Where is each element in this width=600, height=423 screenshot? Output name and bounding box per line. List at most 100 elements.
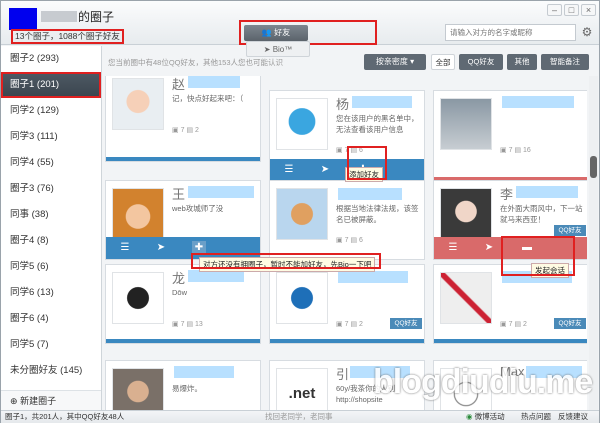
like-icon: ▣ <box>336 321 343 328</box>
weibo-icon: ◉ <box>466 412 473 421</box>
friend-card[interactable]: 根据当地法律法规，该签名已被屏蔽。 ▣ 7 ▤ 6 <box>269 180 425 260</box>
like-icon: ▣ <box>172 127 179 134</box>
friend-card[interactable]: 赵 记，快点好起来吧：（ ▣ 7 ▤ 2 <box>105 76 261 162</box>
watermark: blogdiudiu.me <box>373 363 593 401</box>
sidebar-item-circle6[interactable]: 圈子6 (4) <box>1 306 101 332</box>
qq-penguin-avatar <box>112 272 164 324</box>
filter-all[interactable]: 全部 <box>431 54 455 70</box>
card-stripe <box>106 339 260 343</box>
user-avatar[interactable] <box>9 8 37 30</box>
card-stripe <box>434 339 587 343</box>
filter-other[interactable]: 其他 <box>507 54 537 70</box>
list-icon[interactable]: ☰ <box>282 163 296 177</box>
comment-icon: ▤ <box>350 321 358 328</box>
pixar-avatar <box>276 188 328 240</box>
card-stats: ▣ 7 ▤ 16 <box>500 147 531 154</box>
like-icon: ▣ <box>172 321 179 328</box>
comment-icon: ▤ <box>514 321 522 328</box>
portrait-photo <box>112 368 164 410</box>
like-icon: ▣ <box>500 321 507 328</box>
list-icon[interactable]: ☰ <box>446 241 460 255</box>
blurred-name <box>338 271 408 283</box>
image-avatar <box>440 272 492 324</box>
tab-friends[interactable]: 👥 好友 <box>244 25 308 41</box>
sidebar-item-circle1[interactable]: 圈子1 (201) <box>1 72 101 98</box>
hot-topics-link[interactable]: 热点问题 <box>521 411 551 423</box>
send-icon[interactable]: ➤ <box>154 241 168 255</box>
send-icon[interactable]: ➤ <box>482 241 496 255</box>
scrollbar-thumb[interactable] <box>590 156 597 178</box>
grid-scrollbar[interactable] <box>589 76 598 410</box>
minimize-icon[interactable]: – <box>547 4 562 16</box>
illustrated-avatar <box>440 188 492 240</box>
search-input[interactable] <box>445 24 576 41</box>
close-icon[interactable]: × <box>581 4 596 16</box>
status-summary: 圈子1，共201人，其中QQ好友48人 <box>5 412 125 421</box>
friend-card[interactable]: ▣ 7 ▤ 16 <box>433 90 587 182</box>
sidebar-item-circle3[interactable]: 圈子3 (76) <box>1 176 101 202</box>
maximize-icon[interactable]: □ <box>564 4 579 16</box>
highlight-box <box>191 253 381 269</box>
sidebar-item-classmates5b[interactable]: 同学5 (7) <box>1 332 101 358</box>
blurred-name <box>174 366 234 378</box>
friend-card[interactable]: 王 web攻城师了没 ☰ ➤ ✚ <box>105 180 261 260</box>
qq-circle-window: 的圈子 13个圈子，1088个圈子好友 – □ × 👥 好友 ➤ Bio™ ⚙ … <box>0 0 600 423</box>
find-classmates-link[interactable]: 找回老同学，老同事 <box>265 411 333 423</box>
circle-summary: 13个圈子，1088个圈子好友 <box>11 29 124 44</box>
content-toolbar: 您当前圈中有48位QQ好友，其他153人您也可能认识 按亲密度 ▾ 全部 QQ好… <box>103 52 599 74</box>
window-title: 的圈子 <box>41 8 114 25</box>
sidebar-item-classmates4[interactable]: 同学4 (55) <box>1 150 101 176</box>
like-icon: ▣ <box>500 147 507 154</box>
card-stats: ▣ 7 ▤ 13 <box>172 321 203 328</box>
qq-friend-badge: QQ好友 <box>554 318 586 329</box>
friend-card[interactable]: 龙 Dōw ▣ 7 ▤ 13 <box>105 264 261 344</box>
filter-qq-friends[interactable]: QQ好友 <box>459 54 503 70</box>
card-stats: ▣ 7 ▤ 2 <box>500 321 527 328</box>
plus-circle-icon: ⊕ <box>10 396 18 406</box>
friend-card[interactable]: ▣ 7 ▤ 2 QQ好友 <box>269 264 425 344</box>
blurred-name <box>516 186 578 198</box>
qq-friend-badge: QQ好友 <box>390 318 422 329</box>
blurred-name <box>41 11 77 22</box>
card-stats: ▣ 7 ▤ 2 <box>336 321 363 328</box>
weibo-activity-link[interactable]: ◉ 微博活动 <box>466 411 505 423</box>
blurred-name <box>338 188 402 200</box>
sidebar-item-colleagues[interactable]: 同事 (38) <box>1 202 101 228</box>
sort-dropdown[interactable]: 按亲密度 ▾ <box>364 54 426 70</box>
photo <box>440 98 492 150</box>
circle-info-text: 您当前圈中有48位QQ好友，其他153人您也可能认识 <box>108 58 284 67</box>
comment-icon: ▤ <box>186 321 194 328</box>
new-circle-button[interactable]: ⊕ 新建圈子 <box>1 390 101 410</box>
linux-penguin-avatar <box>276 272 328 324</box>
sidebar-item-circle2[interactable]: 圈子2 (293) <box>1 46 101 72</box>
feedback-link[interactable]: 反馈建议 <box>558 411 588 423</box>
highlight-box <box>347 146 387 180</box>
list-icon[interactable]: ☰ <box>118 241 132 255</box>
card-stripe <box>106 157 260 161</box>
gear-icon[interactable]: ⚙ <box>579 23 595 41</box>
blurred-name <box>188 186 254 198</box>
dotnet-logo: .net <box>276 368 328 410</box>
sidebar-item-classmates6[interactable]: 同学6 (13) <box>1 280 101 306</box>
send-icon[interactable]: ➤ <box>318 163 332 177</box>
filter-smart-remark[interactable]: 智能备注 <box>541 54 589 70</box>
anime-avatar <box>112 188 164 240</box>
sidebar-item-uncategorized[interactable]: 未分圈好友 (145) <box>1 358 101 384</box>
highlight-box <box>501 236 575 276</box>
sidebar-item-classmates5[interactable]: 同学5 (6) <box>1 254 101 280</box>
sidebar-item-classmates3[interactable]: 同学3 (111) <box>1 124 101 150</box>
mode-tabs: 👥 好友 ➤ Bio™ <box>239 20 377 57</box>
card-stripe <box>270 339 424 343</box>
status-bar: 圈子1，共201人，其中QQ好友48人 找回老同学，老同事 ◉ 微博活动 热点问… <box>1 410 599 423</box>
sidebar-item-classmates2[interactable]: 同学2 (129) <box>1 98 101 124</box>
comment-icon: ▤ <box>186 127 194 134</box>
blurred-name <box>352 96 412 108</box>
friend-card[interactable]: 易爆炸。 <box>105 360 261 410</box>
card-stats: ▣ 7 ▤ 6 <box>336 237 363 244</box>
comment-icon: ▤ <box>514 147 522 154</box>
baby-photo <box>112 78 164 130</box>
cartoon-avatar <box>276 98 328 150</box>
sidebar-item-circle4[interactable]: 圈子4 (8) <box>1 228 101 254</box>
like-icon: ▣ <box>336 147 343 154</box>
window-header: 的圈子 13个圈子，1088个圈子好友 – □ × 👥 好友 ➤ Bio™ ⚙ <box>1 1 599 57</box>
